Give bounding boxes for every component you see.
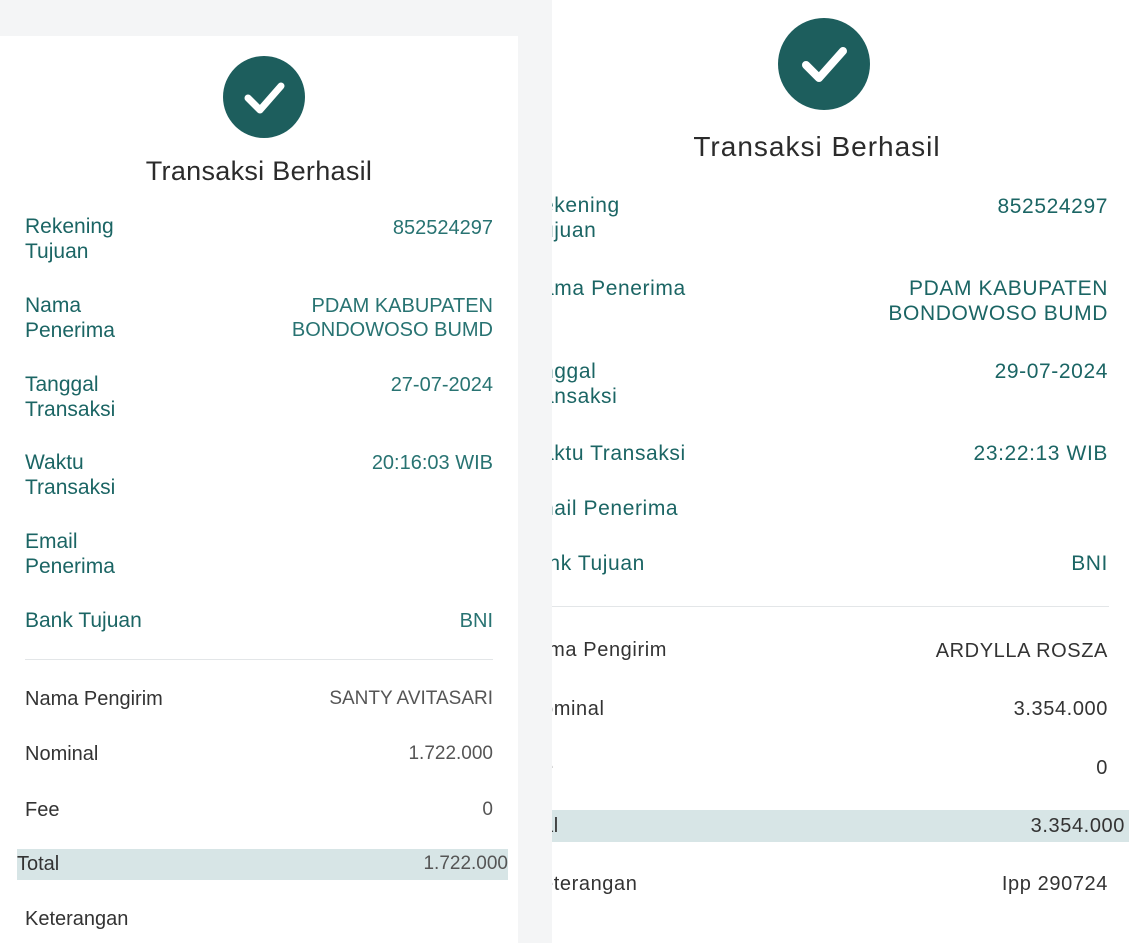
rekening-tujuan-value: 852524297 [392, 217, 493, 239]
page-title: Transaksi Berhasil [145, 156, 373, 186]
tanggal-transaksi-value: 29-07-2024 [994, 360, 1108, 383]
nama-pengirim-label: ıma Pengirim [552, 639, 668, 661]
nominal-value: 1.722.000 [408, 743, 493, 764]
keterangan-label: eterangan [552, 873, 638, 895]
left-receipt-card: Transaksi Berhasil Rekening Tujuan 852524… [0, 36, 518, 943]
waktu-transaksi-label: Waktu Transaksi [25, 451, 116, 500]
fee-label: e [552, 755, 554, 779]
nominal-value: 3.354.000 [1013, 698, 1108, 720]
check-circle-icon [223, 56, 305, 138]
nama-penerima-value: PDAM KABUPATEN BONDOWOSO BUMD [888, 277, 1108, 326]
tanggal-transaksi-label: Tanggal Transaksi [25, 373, 116, 422]
total-value: 3.354.000 [1030, 815, 1125, 837]
fee-label: Fee [25, 799, 60, 821]
bank-tujuan-value: BNI [1071, 552, 1108, 575]
nama-penerima-value: PDAM KABUPATEN BONDOWOSO BUMD [291, 295, 493, 341]
email-penerima-label: nail Penerima [552, 497, 679, 520]
bank-tujuan-label: Bank Tujuan [25, 609, 142, 632]
waktu-transaksi-value: 23:22:13 WIB [973, 442, 1108, 465]
nominal-label: Nominal [25, 743, 99, 765]
tanggal-transaksi-value: 27-07-2024 [390, 374, 493, 396]
email-penerima-label: Email Penerima [25, 530, 115, 579]
right-receipt-card: Transaksi Berhasil ekeningujuan 85252429… [552, 0, 1129, 943]
waktu-transaksi-value: 20:16:03 WIB [371, 452, 493, 474]
nama-pengirim-value: ARDYLLA ROSZA [935, 640, 1108, 662]
page-title: Transaksi Berhasil [693, 131, 941, 162]
section-divider [552, 606, 1109, 607]
total-label: al [552, 815, 559, 837]
bank-tujuan-value: BNI [459, 610, 493, 632]
nama-pengirim-value: SANTY AVITASARI [329, 688, 493, 709]
section-divider [25, 659, 493, 660]
check-circle-icon [778, 18, 870, 110]
keterangan-label: Keterangan [25, 908, 129, 930]
rekening-tujuan-label: Rekening Tujuan [25, 215, 114, 264]
nominal-label: ominal [552, 698, 605, 720]
fee-value: 0 [482, 799, 493, 820]
nama-pengirim-label: Nama Pengirim [25, 688, 163, 710]
nama-penerima-label: Nama Penerima [25, 294, 115, 343]
total-label: Total [17, 853, 60, 875]
keterangan-value: Ipp 290724 [1001, 873, 1108, 895]
total-value: 1.722.000 [423, 853, 508, 874]
rekening-tujuan-value: 852524297 [997, 195, 1108, 218]
fee-value: 0 [1096, 757, 1108, 779]
